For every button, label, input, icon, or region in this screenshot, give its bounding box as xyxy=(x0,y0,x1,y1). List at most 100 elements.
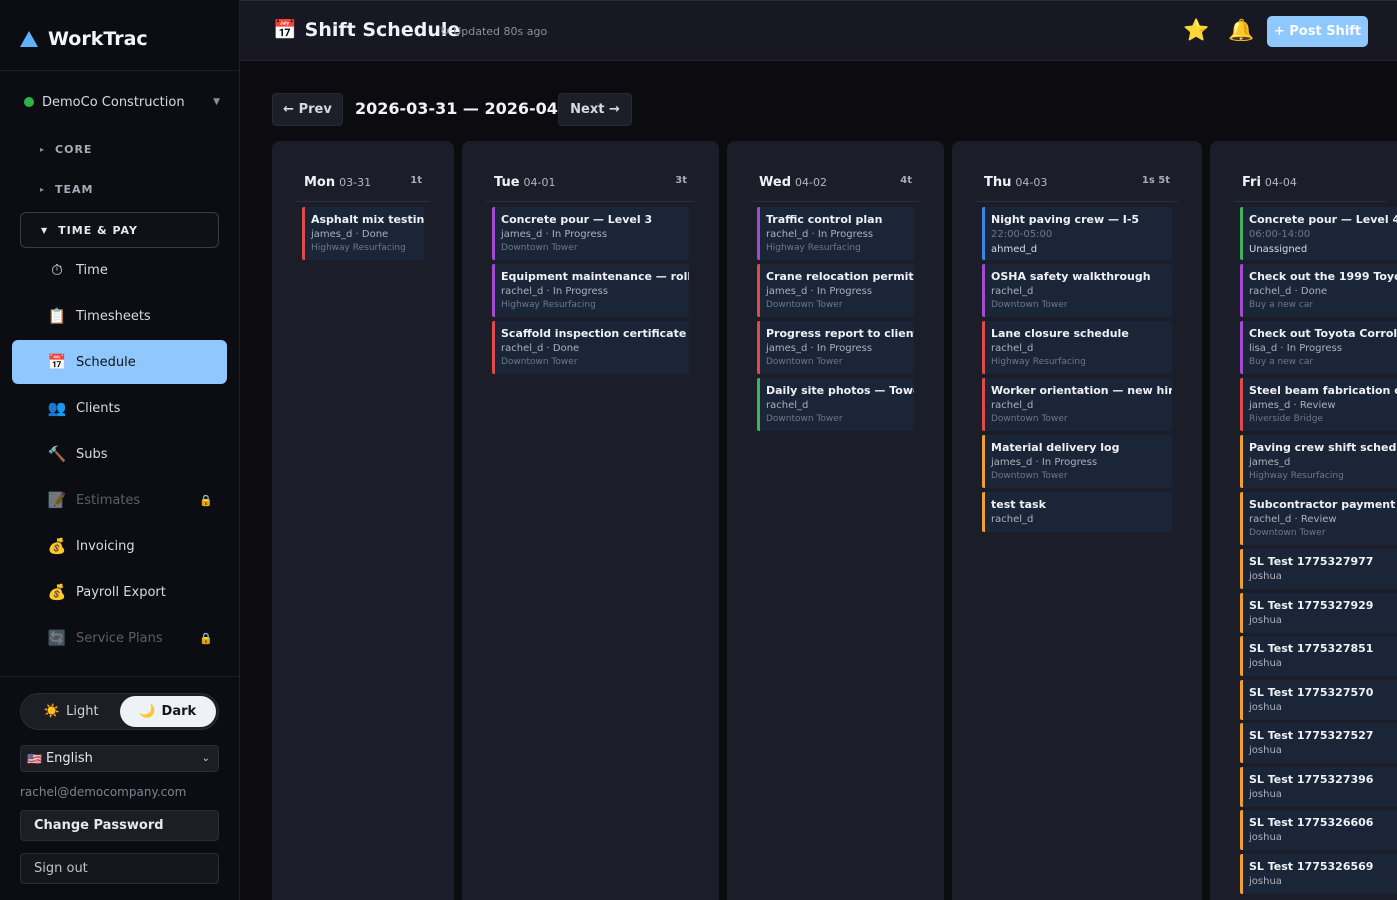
task-project: Riverside Bridge xyxy=(1249,414,1323,424)
task-meta: lisa_d · In Progress xyxy=(1249,343,1342,354)
task-card[interactable]: Progress report to client james_d · In Pr… xyxy=(757,321,914,374)
section-label: TIME & PAY xyxy=(58,223,138,237)
task-card[interactable]: test task rachel_d xyxy=(982,492,1172,532)
post-shift-button[interactable]: + Post Shift xyxy=(1267,16,1368,47)
task-card[interactable]: SL Test 1775326606 joshua xyxy=(1240,810,1397,850)
task-card[interactable]: Traffic control plan rachel_d · In Progre… xyxy=(757,207,914,260)
task-title: Material delivery log xyxy=(991,441,1120,454)
task-title: Night paving crew — I-5 xyxy=(991,213,1140,226)
sidebar-item-subs[interactable]: 🔨 Subs xyxy=(12,432,227,476)
day-column-fri: Fri 04-04 Concrete pour — Level 4 06:00-14:… xyxy=(1210,141,1397,900)
task-card[interactable]: Check out Toyota Corrola lisa_d · In Prog… xyxy=(1240,321,1397,374)
sidebar-item-schedule[interactable]: 📅 Schedule xyxy=(12,340,227,384)
next-week-button[interactable]: Next → xyxy=(558,93,632,126)
task-card[interactable]: Asphalt mix testing james_d · Done Highway… xyxy=(302,207,424,260)
page-header: 📅 Shift Schedule ↻ Updated 80s ago ⭐ 🔔 +… xyxy=(240,0,1397,61)
brand[interactable]: WorkTrac xyxy=(20,24,148,54)
task-project: Highway Resurfacing xyxy=(311,243,406,253)
day-column-mon: Mon 03-31 1t Asphalt mix testing james_d · D… xyxy=(272,141,454,900)
task-meta: rachel_d · Done xyxy=(501,343,580,354)
task-card[interactable]: Concrete pour — Level 4 06:00-14:00 Unassi… xyxy=(1240,207,1397,260)
task-card[interactable]: OSHA safety walkthrough rachel_d Downtown … xyxy=(982,264,1172,317)
sidebar-item-estimates[interactable]: 📝 Estimates 🔒 xyxy=(12,478,227,522)
section-time-pay[interactable]: ▼ TIME & PAY xyxy=(20,212,219,248)
change-password-button[interactable]: Change Password xyxy=(20,810,219,841)
task-meta: james_d · In Progress xyxy=(766,343,873,354)
task-title: Asphalt mix testing xyxy=(311,213,424,226)
task-project: Highway Resurfacing xyxy=(501,300,596,310)
theme-dark-label: Dark xyxy=(161,704,197,719)
task-title: Scaffold inspection certificate xyxy=(501,327,687,340)
prev-week-button[interactable]: ← Prev xyxy=(272,93,343,126)
task-meta: james_d · Review xyxy=(1249,400,1336,411)
caret-right-icon: ▸ xyxy=(40,144,46,154)
lock-icon: 🔒 xyxy=(199,631,213,645)
task-card[interactable]: Subcontractor payment rev rachel_d · Revi… xyxy=(1240,492,1397,545)
task-card[interactable]: Daily site photos — Tower rachel_d Downtow… xyxy=(757,378,914,431)
sidebar-item-timesheets[interactable]: 📋 Timesheets xyxy=(12,294,227,338)
bell-icon[interactable]: 🔔 xyxy=(1228,18,1254,43)
task-title: SL Test 1775327977 xyxy=(1249,555,1374,568)
task-card[interactable]: SL Test 1775327570 joshua xyxy=(1240,679,1397,720)
task-card[interactable]: Crane relocation permit james_d · In Prog… xyxy=(757,264,914,317)
theme-toggle[interactable]: ☀️ Light 🌙 Dark xyxy=(20,693,219,730)
theme-dark-option[interactable]: 🌙 Dark xyxy=(119,696,216,727)
sign-out-button[interactable]: Sign out xyxy=(20,853,219,884)
refresh-icon: ↻ xyxy=(440,25,450,38)
task-card[interactable]: SL Test 1775327929 joshua xyxy=(1240,592,1397,633)
task-title: Progress report to client xyxy=(766,327,914,340)
day-header: Wed 04-02 xyxy=(759,175,827,190)
task-title: SL Test 1775327929 xyxy=(1249,598,1374,612)
section-team[interactable]: ▸ TEAM xyxy=(40,179,94,199)
task-card[interactable]: Worker orientation — new hires rachel_d Do… xyxy=(982,378,1172,431)
task-meta: rachel_d · Done xyxy=(1249,286,1328,297)
task-card[interactable]: SL Test 1775326569 joshua xyxy=(1240,853,1397,894)
task-card[interactable]: Concrete pour — Level 3 james_d · In Prog… xyxy=(492,207,689,260)
task-meta: rachel_d xyxy=(991,400,1034,411)
lock-icon: 🔒 xyxy=(199,493,213,507)
day-divider xyxy=(751,201,920,202)
brand-logo-icon xyxy=(20,31,38,47)
star-icon[interactable]: ⭐ xyxy=(1183,18,1209,43)
task-card[interactable]: SL Test 1775327396 joshua xyxy=(1240,766,1397,807)
task-card[interactable]: Check out the 1999 Toyota rachel_d · Done… xyxy=(1240,264,1397,317)
task-project: Downtown Tower xyxy=(991,414,1068,424)
task-card[interactable]: SL Test 1775327977 joshua xyxy=(1240,549,1397,589)
task-project: Highway Resurfacing xyxy=(1249,471,1344,481)
task-card[interactable]: SL Test 1775327851 joshua xyxy=(1240,636,1397,676)
language-select[interactable]: 🇺🇸 English ⌄ xyxy=(20,745,219,772)
money-bag-icon: 💰 xyxy=(47,583,67,601)
task-meta: rachel_d xyxy=(991,343,1034,354)
day-divider xyxy=(1234,201,1386,202)
sidebar-item-service-plans[interactable]: 🔄 Service Plans 🔒 xyxy=(12,616,227,660)
org-switcher[interactable]: DemoCo Construction ▼ xyxy=(24,91,220,113)
brand-name: WorkTrac xyxy=(48,28,148,50)
section-core[interactable]: ▸ CORE xyxy=(40,139,92,159)
sidebar-item-time[interactable]: ⏱ Time xyxy=(12,248,227,292)
task-card[interactable]: Steel beam fabrication che james_d · Revi… xyxy=(1240,378,1397,431)
task-card[interactable]: Equipment maintenance — roller rachel_d ·… xyxy=(492,264,689,317)
theme-light-option[interactable]: ☀️ Light xyxy=(23,696,120,727)
task-card[interactable]: SL Test 1775327527 joshua xyxy=(1240,723,1397,763)
day-header: Thu 04-03 xyxy=(984,175,1047,190)
day-count-badge: 4t xyxy=(900,175,912,186)
week-range: 2026-03-31 — 2026-04-06 xyxy=(355,99,587,118)
task-card[interactable]: Scaffold inspection certificate rachel_d … xyxy=(492,321,689,374)
task-meta: rachel_d xyxy=(991,514,1034,525)
hammer-icon: 🔨 xyxy=(47,445,67,463)
task-card[interactable]: Night paving crew — I-5 22:00-05:00 ahmed_… xyxy=(982,207,1172,260)
day-header: Fri 04-04 xyxy=(1242,175,1297,190)
sidebar-item-label: Invoicing xyxy=(76,538,135,554)
task-project: Downtown Tower xyxy=(501,357,578,367)
task-card[interactable]: Paving crew shift schedule james_d Highway… xyxy=(1240,435,1397,488)
sidebar-item-payroll-export[interactable]: 💰 Payroll Export xyxy=(12,570,227,614)
moon-icon: 🌙 xyxy=(139,704,156,719)
sidebar-item-clients[interactable]: 👥 Clients xyxy=(12,386,227,430)
task-title: Steel beam fabrication che xyxy=(1249,384,1397,397)
task-card[interactable]: Material delivery log james_d · In Progre… xyxy=(982,435,1172,488)
task-card[interactable]: Lane closure schedule rachel_d Highway Res… xyxy=(982,321,1172,374)
day-header: Tue 04-01 xyxy=(494,175,555,190)
task-meta: joshua xyxy=(1249,745,1282,756)
task-meta: rachel_d xyxy=(766,400,809,411)
sidebar-item-invoicing[interactable]: 💰 Invoicing xyxy=(12,524,227,568)
